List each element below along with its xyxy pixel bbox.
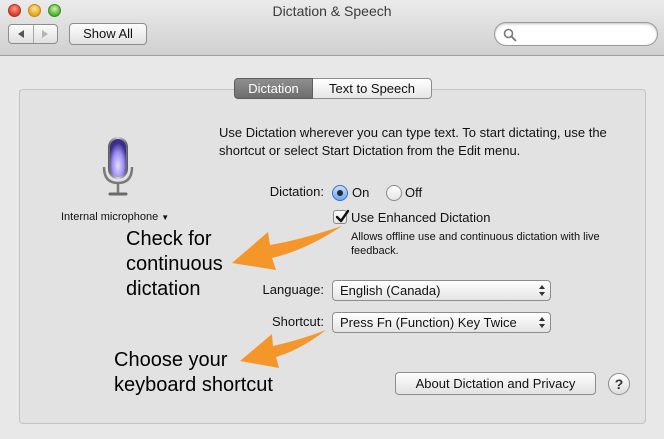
annotation-continuous-dictation: Check for continuous dictation — [126, 227, 223, 302]
annotation-line: keyboard shortcut — [114, 374, 273, 396]
annotation-arrows — [232, 226, 342, 368]
annotation-line: Choose your — [114, 349, 228, 371]
annotation-keyboard-shortcut: Choose your keyboard shortcut — [114, 348, 273, 398]
annotation-line: Check for — [126, 228, 212, 250]
annotation-line: continuous — [126, 253, 223, 275]
annotation-arrow-continuous — [232, 226, 342, 270]
annotation-line: dictation — [126, 278, 201, 300]
